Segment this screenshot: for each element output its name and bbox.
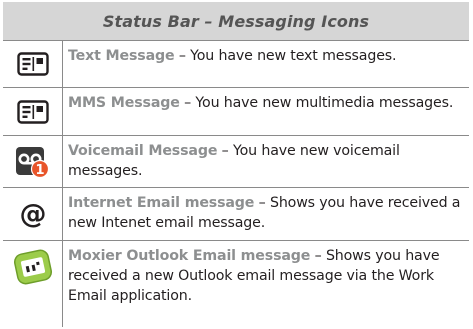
table-row: Moxier Outlook Email message – Shows you… [3, 240, 469, 327]
separator: – [179, 95, 196, 111]
icon-description: You have new multimedia messages. [195, 95, 454, 111]
row-text: Moxier Outlook Email message – Shows you… [63, 240, 469, 327]
messaging-icons-table: Status Bar – Messaging Icons Text Messag… [3, 2, 469, 327]
icon-name: Voicemail Message [68, 143, 218, 159]
icon-name: MMS Message [68, 95, 180, 111]
table-row: MMS Message – You have new multimedia me… [3, 87, 469, 135]
separator: – [217, 143, 233, 159]
voicemail-badge-count: 1 [35, 162, 44, 177]
separator: – [310, 248, 326, 264]
internet-email-icon: @ [19, 199, 46, 230]
icon-name: Moxier Outlook Email message [68, 248, 311, 264]
icon-description: You have new text messages. [190, 48, 397, 64]
row-text: MMS Message – You have new multimedia me… [63, 87, 469, 135]
row-text: Internet Email message – Shows you have … [63, 187, 469, 240]
table-row: @ Internet Email message – Shows you hav… [3, 187, 469, 240]
separator: – [254, 195, 270, 211]
icon-cell [3, 87, 63, 135]
table-header: Status Bar – Messaging Icons [3, 2, 469, 40]
text-message-icon [16, 52, 49, 76]
row-text: Text Message – You have new text message… [63, 40, 469, 87]
voicemail-icon: 1 [15, 146, 49, 178]
row-text: Voicemail Message – You have new voicema… [63, 135, 469, 187]
table-title: Status Bar – Messaging Icons [102, 11, 370, 31]
moxier-outlook-email-icon [13, 249, 52, 285]
separator: – [174, 48, 191, 64]
table-row: 1 Voicemail Message – You have new voice… [3, 135, 469, 187]
icon-cell [3, 40, 63, 87]
table-row: Text Message – You have new text message… [3, 40, 469, 87]
at-glyph: @ [19, 199, 46, 230]
icon-cell: 1 [3, 135, 63, 187]
mms-message-icon [16, 99, 49, 124]
icon-name: Internet Email message [68, 195, 255, 211]
icon-cell [3, 240, 63, 327]
icon-cell: @ [3, 187, 63, 240]
icon-name: Text Message [68, 48, 175, 64]
